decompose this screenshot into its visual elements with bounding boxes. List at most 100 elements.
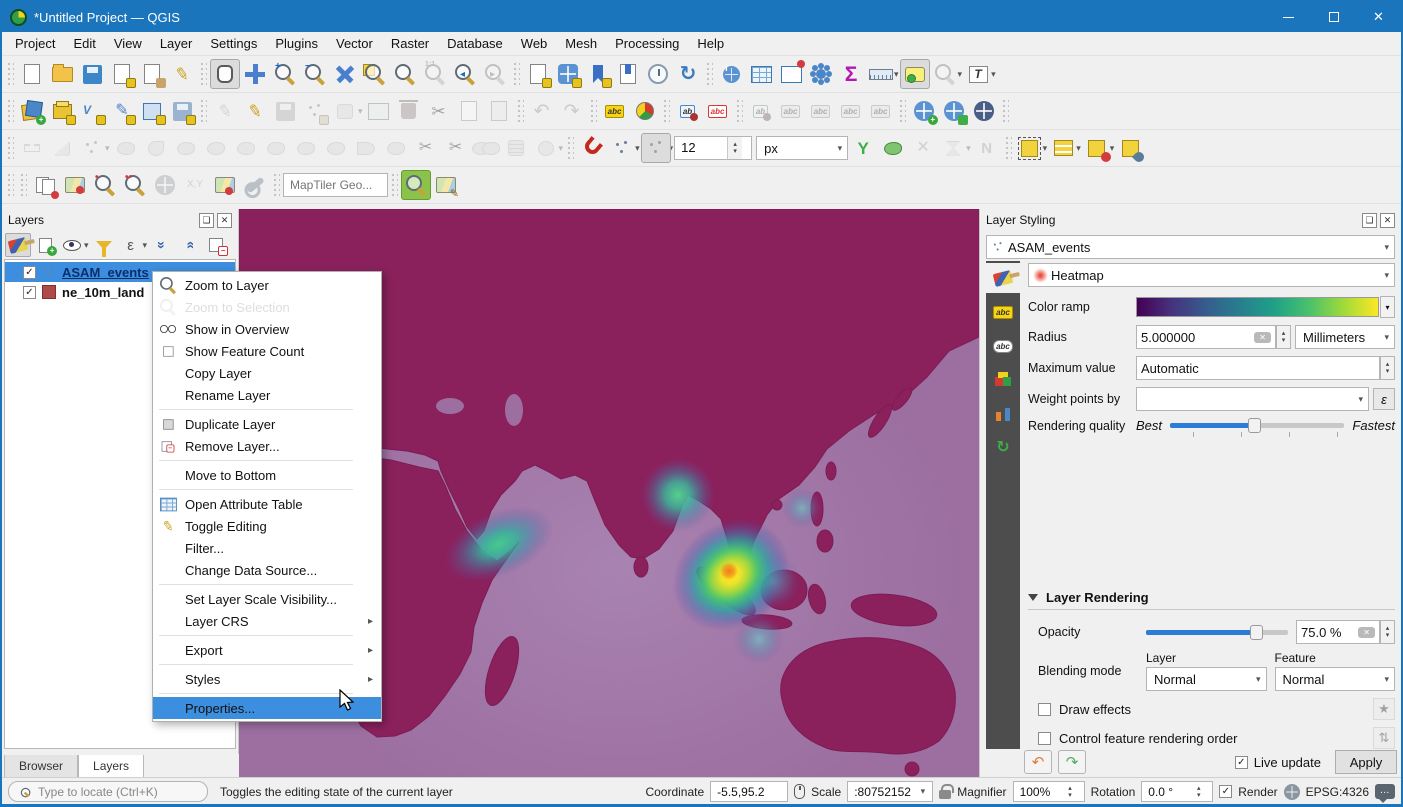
map-tips-button[interactable] (900, 59, 930, 89)
menu-vector[interactable]: Vector (327, 33, 382, 54)
identify-features-button[interactable]: i (716, 59, 746, 89)
new-spatial-bookmark-button[interactable] (583, 59, 613, 89)
new-spatialite-layer-button[interactable]: ✎ (107, 96, 137, 126)
osm-place-search-button[interactable] (969, 96, 999, 126)
ctx-copy-layer[interactable]: Copy Layer (153, 362, 381, 384)
render-checkbox[interactable]: ✓ (1219, 785, 1232, 798)
statistical-summary-button[interactable] (776, 59, 806, 89)
toolbar-grip[interactable] (1005, 136, 1012, 160)
magnifier-spinbox[interactable]: 100% ▴▾ (1013, 781, 1085, 802)
remove-layer-button[interactable]: − (203, 233, 229, 257)
layers-panel-close-button[interactable]: ✕ (217, 213, 232, 228)
toggle-editing-button[interactable]: ✎ (240, 96, 270, 126)
rendering-quality-slider[interactable] (1170, 423, 1344, 428)
open-layer-styling-panel-button[interactable] (5, 233, 31, 257)
new-memory-layer-button[interactable] (167, 96, 197, 126)
feature-blend-combo[interactable]: Normal ▾ (1275, 667, 1396, 691)
toolbar-grip[interactable] (391, 173, 398, 197)
plugin-wrench-button[interactable] (240, 170, 270, 200)
zoom-to-point-button[interactable]: • (90, 170, 120, 200)
toolbar-grip[interactable] (513, 62, 520, 86)
zoom-to-selection-button[interactable] (360, 59, 390, 89)
live-update-checkbox[interactable]: ✓ (1235, 756, 1248, 769)
show-statistics-button[interactable]: Σ (836, 59, 866, 89)
toolbar-grip[interactable] (7, 99, 14, 123)
layer-checkbox[interactable]: ✓ (23, 286, 36, 299)
zoom-to-layer-button[interactable] (390, 59, 420, 89)
toolbar-grip[interactable] (1002, 99, 1009, 123)
ctx-zoom-to-layer[interactable]: Zoom to Layer (153, 274, 381, 296)
color-ramp-dropdown[interactable]: ▾ (1380, 296, 1395, 318)
style-undo-button[interactable]: ↶ (1024, 750, 1052, 774)
open-project-button[interactable] (47, 59, 77, 89)
maptiler-search-input[interactable] (283, 173, 388, 197)
minimize-button[interactable] (1266, 2, 1311, 32)
layer-name[interactable]: ne_10m_land (62, 285, 144, 300)
menu-mesh[interactable]: Mesh (556, 33, 606, 54)
layer-name[interactable]: ASAM_events (62, 265, 149, 280)
pin-labels-button[interactable]: ab (673, 96, 703, 126)
radius-units-combo[interactable]: Millimeters ▾ (1295, 325, 1395, 349)
maximize-button[interactable] (1311, 2, 1356, 32)
metasearch-add-button[interactable]: + (909, 96, 939, 126)
select-features-button[interactable] (1015, 133, 1045, 163)
new-3d-map-view-button[interactable] (553, 59, 583, 89)
copy-coordinates-button[interactable] (30, 170, 60, 200)
layer-labeling-button[interactable]: abc (600, 96, 630, 126)
ctx-show-in-overview[interactable]: Show in Overview (153, 318, 381, 340)
color-ramp-preview[interactable] (1136, 297, 1379, 317)
styling-panel-close-button[interactable]: ✕ (1380, 213, 1395, 228)
menu-edit[interactable]: Edit (64, 33, 104, 54)
menu-database[interactable]: Database (438, 33, 512, 54)
toolbar-grip[interactable] (899, 99, 906, 123)
ctx-rename-layer[interactable]: Rename Layer (153, 384, 381, 406)
maximum-spinner[interactable]: ▴▾ (1380, 356, 1395, 380)
menu-web[interactable]: Web (512, 33, 557, 54)
open-attribute-table-button[interactable] (746, 59, 776, 89)
ctx-show-feature-count[interactable]: Show Feature Count (153, 340, 381, 362)
ctx-move-to-bottom[interactable]: Move to Bottom (153, 464, 381, 486)
snapping-tolerance-spinbox[interactable]: 12 ▴▾ (674, 136, 752, 160)
locate-search-input[interactable]: Type to locate (Ctrl+K) (8, 781, 208, 802)
tab-labels[interactable]: abc (986, 297, 1020, 327)
opacity-spinner[interactable]: ▴▾ (1380, 620, 1395, 644)
scale-combo[interactable]: :80752152 ▾ (847, 781, 933, 802)
layer-blend-combo[interactable]: Normal ▾ (1146, 667, 1267, 691)
filter-by-expression-button[interactable]: ε (118, 233, 144, 257)
radius-input[interactable]: 5.000000 ✕ (1136, 325, 1276, 349)
layer-checkbox[interactable]: ✓ (23, 266, 36, 279)
clear-value-icon[interactable]: ✕ (1254, 332, 1271, 343)
feature-order-checkbox[interactable] (1038, 732, 1051, 745)
filter-legend-button[interactable] (91, 233, 117, 257)
add-group-button[interactable]: + (32, 233, 58, 257)
opacity-slider[interactable] (1146, 630, 1288, 635)
toolbar-grip[interactable] (736, 99, 743, 123)
highlight-pinned-labels-button[interactable]: abc (703, 96, 733, 126)
ctx-change-data-source[interactable]: Change Data Source... (153, 559, 381, 581)
ctx-open-attribute-table[interactable]: Open Attribute Table (153, 493, 381, 515)
enable-snapping-button[interactable] (577, 133, 607, 163)
tab-callouts[interactable]: abc (986, 331, 1020, 361)
tab-3d-view[interactable] (986, 365, 1020, 395)
new-map-view-button[interactable] (523, 59, 553, 89)
ctx-set-scale-visibility[interactable]: Set Layer Scale Visibility... (153, 588, 381, 610)
show-bookmarks-button[interactable] (613, 59, 643, 89)
toolbar-grip[interactable] (7, 136, 14, 160)
pan-map-button[interactable] (210, 59, 240, 89)
measure-button[interactable] (866, 59, 896, 89)
refresh-map-button[interactable]: ↻ (673, 59, 703, 89)
toolbar-grip[interactable] (200, 62, 207, 86)
processing-toolbox-button[interactable] (806, 59, 836, 89)
multi-zoom-button[interactable]: •• (120, 170, 150, 200)
menu-plugins[interactable]: Plugins (266, 33, 327, 54)
messages-icon[interactable]: … (1375, 784, 1395, 799)
snapping-on-intersection-button[interactable] (878, 133, 908, 163)
menu-settings[interactable]: Settings (201, 33, 266, 54)
select-by-location-button[interactable] (1115, 133, 1145, 163)
quickosm-button[interactable]: ✎ (431, 170, 461, 200)
crs-value[interactable]: EPSG:4326 (1306, 785, 1369, 799)
toolbar-grip[interactable] (200, 99, 207, 123)
text-annotation-button[interactable]: T (963, 59, 993, 89)
show-layout-manager-button[interactable] (137, 59, 167, 89)
new-geopackage-layer-button[interactable] (47, 96, 77, 126)
